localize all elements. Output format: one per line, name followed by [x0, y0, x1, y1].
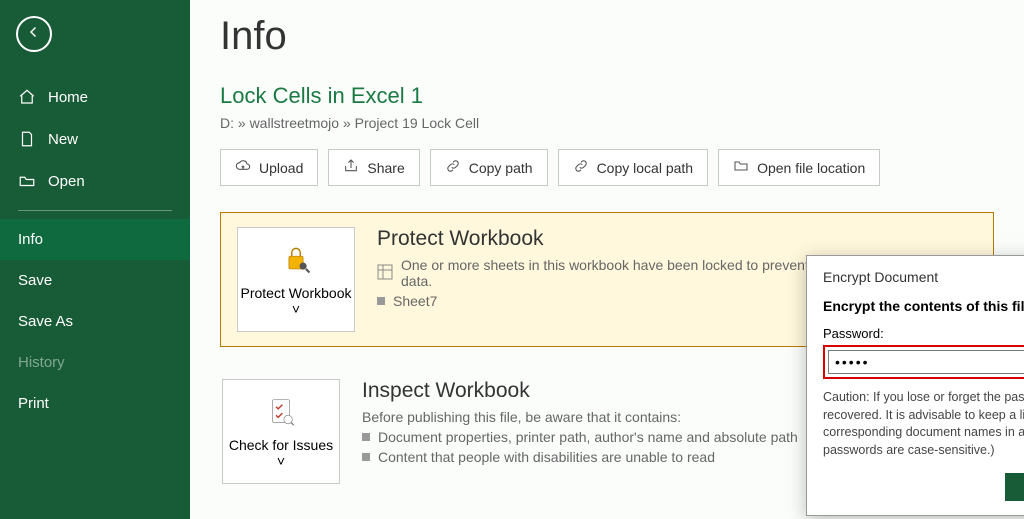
folder-icon: [733, 158, 749, 177]
sidebar-item-save[interactable]: Save: [0, 260, 190, 301]
open-file-location-button[interactable]: Open file location: [718, 149, 880, 186]
copy-path-button[interactable]: Copy path: [430, 149, 548, 186]
sidebar-item-open[interactable]: Open: [0, 160, 190, 202]
check-for-issues-tile[interactable]: Check for Issues ˅: [222, 379, 340, 484]
back-button[interactable]: [16, 16, 52, 52]
cloud-upload-icon: [235, 158, 251, 177]
inspect-item: Document properties, printer path, autho…: [362, 429, 798, 445]
worksheet-icon: [377, 264, 393, 283]
button-label: Copy path: [469, 160, 533, 176]
button-label: Copy local path: [597, 160, 694, 176]
sidebar-item-history: History: [0, 342, 190, 383]
lock-key-icon: [279, 242, 313, 279]
button-label: Open file location: [757, 160, 865, 176]
checklist-icon: [264, 394, 298, 431]
document-name: Lock Cells in Excel 1: [220, 83, 994, 109]
sidebar-divider: [18, 210, 172, 211]
inspect-heading: Inspect Workbook: [362, 379, 798, 403]
password-input[interactable]: [828, 350, 1024, 374]
sidebar-item-label: Home: [48, 89, 88, 106]
bullet-icon: [362, 453, 370, 461]
chevron-down-icon: ˅: [277, 453, 285, 469]
ok-button[interactable]: OK: [1005, 473, 1024, 501]
link-icon: [445, 158, 461, 177]
sidebar-item-label: History: [18, 354, 65, 371]
dialog-subtitle: Encrypt the contents of this file: [823, 298, 1024, 314]
inspect-description: Before publishing this file, be aware th…: [362, 409, 798, 425]
button-label: Share: [367, 160, 404, 176]
protect-workbook-tile[interactable]: Protect Workbook ˅: [237, 227, 355, 332]
new-file-icon: [18, 130, 36, 148]
sidebar-item-print[interactable]: Print: [0, 383, 190, 424]
share-button[interactable]: Share: [328, 149, 419, 186]
backstage-main: Info Lock Cells in Excel 1 D: » wallstre…: [190, 0, 1024, 519]
file-action-toolbar: Upload Share Copy path Copy local path O…: [220, 149, 994, 186]
tile-label: Protect Workbook: [240, 285, 351, 301]
inspect-item: Content that people with disabilities ar…: [362, 449, 798, 465]
password-highlight: [823, 345, 1024, 379]
home-icon: [18, 88, 36, 106]
tile-label: Check for Issues: [229, 437, 333, 453]
sidebar-item-info[interactable]: Info: [0, 219, 190, 260]
encrypt-document-dialog: Encrypt Document ? Encrypt the contents …: [806, 255, 1024, 516]
sidebar-item-save-as[interactable]: Save As: [0, 301, 190, 342]
caution-text: Caution: If you lose or forget the passw…: [823, 389, 1024, 459]
password-label: Password:: [823, 326, 1024, 341]
sidebar-item-new[interactable]: New: [0, 118, 190, 160]
link-icon: [573, 158, 589, 177]
sidebar-item-label: Save: [18, 272, 52, 289]
breadcrumb: D: » wallstreetmojo » Project 19 Lock Ce…: [220, 115, 994, 131]
sidebar-item-home[interactable]: Home: [0, 76, 190, 118]
sidebar-item-label: Print: [18, 395, 49, 412]
arrow-left-icon: [25, 23, 43, 46]
protect-heading: Protect Workbook: [377, 227, 977, 251]
upload-button[interactable]: Upload: [220, 149, 318, 186]
sidebar-item-label: Open: [48, 173, 85, 190]
share-icon: [343, 158, 359, 177]
page-title: Info: [220, 14, 994, 59]
copy-local-path-button[interactable]: Copy local path: [558, 149, 709, 186]
chevron-down-icon: ˅: [292, 301, 300, 317]
backstage-sidebar: Home New Open Info Save Save As History …: [0, 0, 190, 519]
sidebar-item-label: Save As: [18, 313, 73, 330]
dialog-title: Encrypt Document: [823, 269, 938, 285]
sidebar-item-label: Info: [18, 231, 43, 248]
bullet-icon: [377, 297, 385, 305]
sidebar-item-label: New: [48, 131, 78, 148]
button-label: Upload: [259, 160, 303, 176]
folder-open-icon: [18, 172, 36, 190]
bullet-icon: [362, 433, 370, 441]
